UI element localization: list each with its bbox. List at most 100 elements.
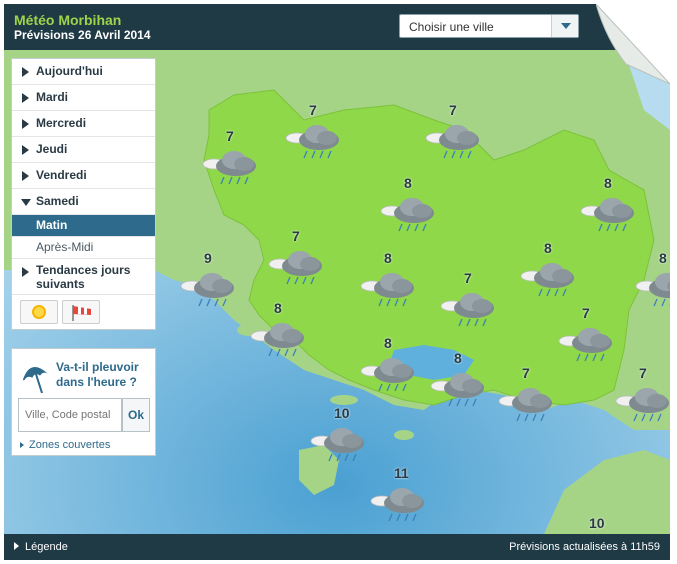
temperature-label: 7 <box>464 270 472 286</box>
legend-label: Légende <box>25 541 68 553</box>
page-subtitle: Prévisions 26 Avril 2014 <box>14 28 151 42</box>
rain-cloud-icon <box>430 373 484 407</box>
rain-widget: Va-t-il pleuvoir dans l'heure ? Ok Zones… <box>11 348 156 456</box>
windsock-icon <box>72 305 91 321</box>
triangle-right-icon <box>22 267 29 277</box>
temperature-label: 8 <box>659 250 667 266</box>
forecast-marker[interactable]: 7 <box>492 365 562 425</box>
city-select-label: Choisir une ville <box>409 20 494 34</box>
temperature-label: 8 <box>274 300 282 316</box>
period-apres-midi[interactable]: Après-Midi <box>12 237 155 259</box>
wind-view-button[interactable] <box>62 300 100 324</box>
nav-day-jeudi[interactable]: Jeudi <box>12 137 155 163</box>
rain-cloud-icon <box>440 293 494 327</box>
forecast-marker[interactable]: 8 <box>574 175 644 235</box>
play-icon <box>20 442 24 449</box>
triangle-right-icon <box>22 119 29 129</box>
nav-day-mercredi[interactable]: Mercredi <box>12 111 155 137</box>
forecast-marker[interactable]: 7 <box>434 270 504 330</box>
location-input[interactable] <box>18 398 122 432</box>
temperature-label: 8 <box>404 175 412 191</box>
temperature-label: 11 <box>394 465 409 481</box>
forecast-marker[interactable]: 10 <box>304 405 374 465</box>
rain-cloud-icon <box>615 388 669 422</box>
forecast-marker[interactable]: 7 <box>419 102 489 162</box>
nav-day-label: Mardi <box>36 90 69 104</box>
rain-cloud-icon <box>558 328 612 362</box>
forecast-marker[interactable]: 8 <box>514 240 584 300</box>
temperature-label: 10 <box>334 405 350 421</box>
rain-cloud-icon <box>580 198 634 232</box>
period-matin[interactable]: Matin <box>12 215 155 237</box>
legend-link[interactable]: Légende <box>14 541 68 553</box>
temperature-label: 7 <box>449 102 457 118</box>
sun-view-button[interactable] <box>20 300 58 324</box>
temperature-label: 7 <box>292 228 300 244</box>
footer: Légende Prévisions actualisées à 11h59 <box>4 534 670 560</box>
temperature-label: 7 <box>309 102 317 118</box>
nav-day-label: Mercredi <box>36 116 87 130</box>
temperature-label: 7 <box>226 128 234 144</box>
sun-icon <box>32 305 46 319</box>
ok-button[interactable]: Ok <box>122 398 150 432</box>
view-toggle-row <box>12 295 155 329</box>
nav-day-mardi[interactable]: Mardi <box>12 85 155 111</box>
rain-cloud-icon <box>310 428 364 462</box>
temperature-label: 7 <box>522 365 530 381</box>
nav-day-vendredi[interactable]: Vendredi <box>12 163 155 189</box>
triangle-right-icon <box>22 171 29 181</box>
page-curl-icon <box>596 4 670 84</box>
forecast-marker[interactable]: 9 <box>174 250 244 310</box>
update-time: Prévisions actualisées à 11h59 <box>509 541 660 553</box>
forecast-marker[interactable]: 8 <box>354 250 424 310</box>
rain-cloud-icon <box>635 273 670 307</box>
chevron-down-icon[interactable] <box>551 15 578 37</box>
umbrella-icon <box>22 367 48 394</box>
forecast-marker[interactable]: 8 <box>374 175 444 235</box>
triangle-down-icon <box>21 199 31 206</box>
forecast-marker[interactable]: 8 <box>244 300 314 360</box>
forecast-marker[interactable]: 8 <box>354 335 424 395</box>
nav-trends[interactable]: Tendances jours suivants <box>12 259 155 295</box>
temperature-label: 7 <box>582 305 590 321</box>
temperature-label: 8 <box>454 350 462 366</box>
rain-cloud-icon <box>520 263 574 297</box>
temperature-label: 10 <box>589 515 605 531</box>
sidebar: Aujourd'hui Mardi Mercredi Jeudi Vendred… <box>11 58 156 330</box>
nav-day-today[interactable]: Aujourd'hui <box>12 59 155 85</box>
nav-day-label: Aujourd'hui <box>36 64 103 78</box>
header: Météo Morbihan Prévisions 26 Avril 2014 … <box>4 4 670 50</box>
temperature-label: 8 <box>604 175 612 191</box>
forecast-marker[interactable]: 7 <box>262 228 332 288</box>
city-select[interactable]: Choisir une ville <box>399 14 579 38</box>
rain-cloud-icon <box>498 388 552 422</box>
rain-cloud-icon <box>425 125 479 159</box>
rain-cloud-icon <box>370 488 424 522</box>
temperature-label: 8 <box>384 250 392 266</box>
nav-day-label: Jeudi <box>36 142 68 156</box>
forecast-marker[interactable]: 7 <box>552 305 622 365</box>
forecast-marker[interactable]: 8 <box>629 250 670 310</box>
forecast-marker[interactable]: 7 <box>279 102 349 162</box>
rain-cloud-icon <box>250 323 304 357</box>
forecast-marker[interactable]: 11 <box>364 465 434 525</box>
nav-day-samedi[interactable]: Samedi <box>12 189 155 215</box>
rain-cloud-icon <box>285 125 339 159</box>
rain-widget-title: Va-t-il pleuvoir dans l'heure ? <box>56 360 139 389</box>
temperature-label: 9 <box>204 250 212 266</box>
rain-cloud-icon <box>202 151 256 185</box>
forecast-marker[interactable]: 10 <box>559 515 629 534</box>
zones-link[interactable]: Zones couvertes <box>20 439 110 451</box>
island-houat <box>394 430 414 440</box>
triangle-right-icon <box>22 93 29 103</box>
forecast-marker[interactable]: 7 <box>609 365 670 425</box>
nav-trends-label: Tendances jours suivants <box>36 263 131 291</box>
page-title: Météo Morbihan <box>14 12 122 28</box>
forecast-marker[interactable]: 8 <box>424 350 494 410</box>
nav-day-label: Vendredi <box>36 168 87 182</box>
triangle-right-icon <box>22 145 29 155</box>
forecast-marker[interactable]: 7 <box>196 128 266 188</box>
rain-cloud-icon <box>360 273 414 307</box>
temperature-label: 8 <box>384 335 392 351</box>
rain-cloud-icon <box>268 251 322 285</box>
